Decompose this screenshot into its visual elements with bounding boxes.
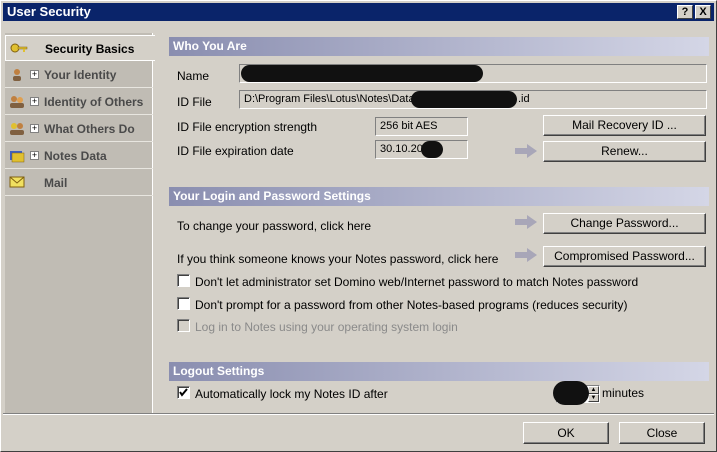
redaction-mark xyxy=(411,91,517,108)
sidebar-item-label: What Others Do xyxy=(44,122,135,136)
redaction-mark xyxy=(241,65,483,82)
sidebar-item-label: Identity of Others xyxy=(44,95,144,109)
idfile-suffix: .id xyxy=(518,93,530,105)
minutes-label: minutes xyxy=(602,386,645,400)
os-login-label: Log in to Notes using your operating sys… xyxy=(195,320,458,334)
expand-icon[interactable]: + xyxy=(30,70,39,79)
sidebar-item-label: Notes Data xyxy=(44,149,107,163)
compromised-password-button[interactable]: Compromised Password... xyxy=(543,246,706,267)
spin-up-icon[interactable]: ▲ xyxy=(588,386,599,394)
expand-icon[interactable]: + xyxy=(30,97,39,106)
section-logout-settings: Logout Settings xyxy=(169,362,709,381)
section-login-password: Your Login and Password Settings xyxy=(169,187,709,206)
idfile-value: D:\Program Files\Lotus\Notes\Data xyxy=(244,93,415,105)
spin-down-icon[interactable]: ▼ xyxy=(588,394,599,402)
redaction-mark xyxy=(553,381,589,405)
expand-icon[interactable]: + xyxy=(30,151,39,160)
database-icon xyxy=(9,149,25,163)
footer-divider xyxy=(3,413,714,415)
encryption-field: 256 bit AES xyxy=(375,117,468,136)
expiration-label: ID File expiration date xyxy=(177,144,294,158)
title-bar: User Security ? X xyxy=(3,3,714,21)
section-who-you-are: Who You Are xyxy=(169,37,709,56)
no-prompt-other-programs-label: Don't prompt for a password from other N… xyxy=(195,298,628,312)
change-password-button[interactable]: Change Password... xyxy=(543,213,706,234)
no-admin-web-password-label: Don't let administrator set Domino web/I… xyxy=(195,275,639,289)
sidebar-item-what-others-do[interactable]: + What Others Do xyxy=(5,116,153,142)
sidebar-item-security-basics[interactable]: Security Basics xyxy=(5,35,155,61)
arrow-right-icon xyxy=(515,215,537,229)
help-button[interactable]: ? xyxy=(677,5,693,19)
sidebar-item-mail[interactable]: Mail xyxy=(5,170,153,196)
arrow-right-icon xyxy=(515,248,537,262)
window-title: User Security xyxy=(7,4,91,19)
close-button[interactable]: Close xyxy=(619,422,705,444)
redaction-mark xyxy=(421,141,443,158)
autolock-checkbox[interactable] xyxy=(177,386,190,399)
expand-icon[interactable]: + xyxy=(30,124,39,133)
autolock-label: Automatically lock my Notes ID after xyxy=(195,387,388,401)
close-window-button[interactable]: X xyxy=(695,5,711,19)
key-icon xyxy=(10,42,28,56)
checkmark-icon xyxy=(179,388,188,397)
no-admin-web-password-checkbox[interactable] xyxy=(177,274,190,287)
no-prompt-other-programs-checkbox[interactable] xyxy=(177,297,190,310)
sidebar-item-label: Mail xyxy=(44,176,68,190)
user-security-dialog: User Security ? X Security Basics + Your… xyxy=(0,0,717,452)
mail-icon xyxy=(9,176,25,190)
group-icon xyxy=(9,122,25,136)
compromised-password-text: If you think someone knows your Notes pa… xyxy=(177,252,499,266)
change-password-text: To change your password, click here xyxy=(177,219,372,233)
sidebar: Security Basics + Your Identity + Identi… xyxy=(5,33,155,413)
name-label: Name xyxy=(177,69,210,83)
idfile-label: ID File xyxy=(177,95,212,109)
mail-recovery-id-button[interactable]: Mail Recovery ID ... xyxy=(543,115,706,136)
renew-button[interactable]: Renew... xyxy=(543,141,706,162)
os-login-checkbox xyxy=(177,319,190,332)
sidebar-item-label: Security Basics xyxy=(45,42,135,56)
encryption-label: ID File encryption strength xyxy=(177,120,318,134)
person-icon xyxy=(9,68,25,82)
sidebar-item-notes-data[interactable]: + Notes Data xyxy=(5,143,153,169)
sidebar-item-label: Your Identity xyxy=(44,68,117,82)
sidebar-item-your-identity[interactable]: + Your Identity xyxy=(5,62,153,88)
ok-button[interactable]: OK xyxy=(523,422,609,444)
arrow-right-icon xyxy=(515,144,537,158)
sidebar-item-identity-of-others[interactable]: + Identity of Others xyxy=(5,89,153,115)
people-icon xyxy=(9,95,25,109)
